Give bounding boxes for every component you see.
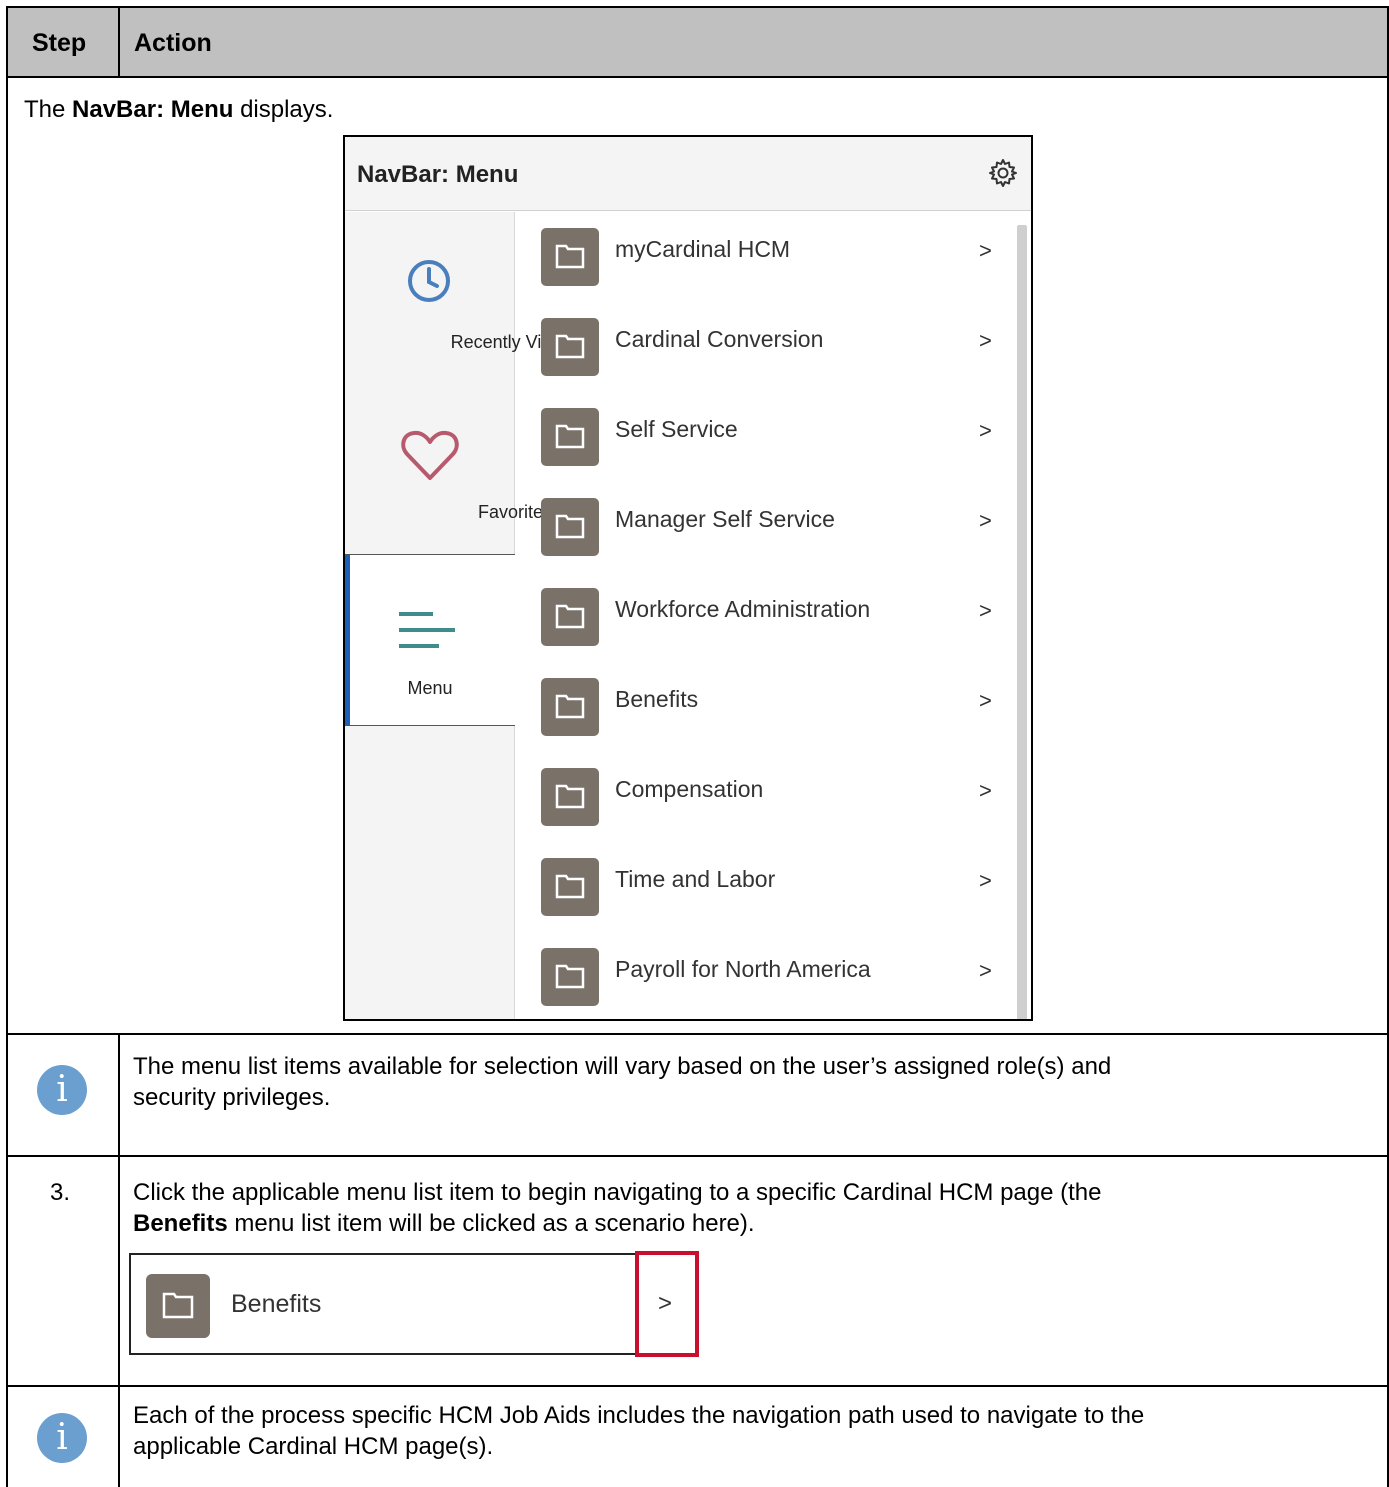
- note-text: Each of the process specific HCM Job Aid…: [133, 1402, 1145, 1460]
- step-text: Click the applicable menu list item to b…: [133, 1179, 1102, 1237]
- chevron-right-icon[interactable]: >: [658, 1290, 672, 1318]
- folder-icon: [541, 318, 599, 376]
- chevron-right-icon[interactable]: >: [979, 598, 992, 624]
- menu-item-label: Time and Labor: [615, 866, 776, 892]
- benefits-label: Benefits: [231, 1290, 322, 1318]
- folder-icon: [541, 768, 599, 826]
- sidebar-label: Menu: [407, 678, 453, 698]
- benefits-example-item[interactable]: Benefits: [129, 1253, 639, 1355]
- list-item[interactable]: myCardinal HCM >: [516, 212, 1014, 302]
- menu-lines-icon: [399, 612, 455, 648]
- clock-icon: [408, 260, 450, 302]
- menu-item-label: Payroll for North America: [615, 956, 871, 982]
- menu-item-label: Manager Self Service: [615, 506, 835, 532]
- header-action: Action: [134, 29, 212, 57]
- table-header-row: Step Action: [8, 8, 1389, 76]
- step-bold: Benefits: [133, 1210, 228, 1237]
- info-icon: i: [37, 1413, 87, 1463]
- menu-scrollbar[interactable]: [1017, 225, 1027, 1019]
- row-divider: [8, 76, 1389, 78]
- chevron-right-icon[interactable]: >: [979, 328, 992, 354]
- menu-item-label: myCardinal HCM: [615, 236, 791, 262]
- list-item[interactable]: Self Service >: [516, 392, 1014, 482]
- col-divider: [118, 8, 120, 76]
- navbar-title: NavBar: Menu: [357, 161, 519, 188]
- folder-icon: [541, 858, 599, 916]
- step-number: 3.: [50, 1179, 71, 1206]
- header-step: Step: [32, 29, 87, 57]
- list-item[interactable]: Payroll for North America >: [516, 932, 1014, 1019]
- list-item[interactable]: Benefits >: [516, 662, 1014, 752]
- menu-item-label: Workforce Administration: [615, 596, 871, 622]
- menu-item-label: Cardinal Conversion: [615, 326, 824, 352]
- row-divider: [8, 1033, 1389, 1035]
- sidebar-item-recently-visited[interactable]: Recently Visited: [345, 212, 579, 382]
- menu-item-label: Compensation: [615, 776, 764, 802]
- menu-list: myCardinal HCM > Cardinal Conversion > S…: [516, 212, 1014, 1019]
- navbar-sidebar: Recently Visited Favorites Menu: [345, 212, 579, 1019]
- chevron-right-icon[interactable]: >: [979, 688, 992, 714]
- folder-icon: [541, 948, 599, 1006]
- col-divider: [118, 1033, 120, 1487]
- active-indicator: [345, 555, 350, 725]
- info-icon: i: [37, 1065, 87, 1115]
- sidebar-item-favorites[interactable]: Favorites: [345, 382, 552, 554]
- heart-icon: [401, 430, 459, 480]
- folder-icon: [541, 498, 599, 556]
- gear-icon[interactable]: [987, 157, 1019, 189]
- folder-icon: [541, 678, 599, 736]
- folder-icon: [146, 1274, 210, 1338]
- intro-bold: NavBar: Menu: [72, 96, 234, 123]
- chevron-right-icon[interactable]: >: [979, 238, 992, 264]
- list-item[interactable]: Time and Labor >: [516, 842, 1014, 932]
- list-item[interactable]: Compensation >: [516, 752, 1014, 842]
- row-divider: [8, 1155, 1389, 1157]
- navbar-header: NavBar: Menu: [345, 137, 1031, 211]
- sidebar-item-menu[interactable]: Menu: [345, 554, 515, 726]
- menu-item-label: Self Service: [615, 416, 738, 442]
- menu-item-label: Benefits: [615, 686, 699, 712]
- row-divider: [8, 1385, 1389, 1387]
- navbar-menu-panel: NavBar: Menu Recently Visited Favorites: [343, 135, 1033, 1021]
- chevron-right-icon[interactable]: >: [979, 418, 992, 444]
- chevron-right-icon[interactable]: >: [979, 778, 992, 804]
- chevron-right-icon[interactable]: >: [979, 508, 992, 534]
- chevron-right-icon[interactable]: >: [979, 868, 992, 894]
- intro-text: The NavBar: Menu displays.: [24, 96, 334, 123]
- chevron-right-icon[interactable]: >: [979, 958, 992, 984]
- note-text: The menu list items available for select…: [133, 1053, 1112, 1111]
- folder-icon: [541, 588, 599, 646]
- list-item[interactable]: Cardinal Conversion >: [516, 302, 1014, 392]
- folder-icon: [541, 408, 599, 466]
- folder-icon: [541, 228, 599, 286]
- list-item[interactable]: Workforce Administration >: [516, 572, 1014, 662]
- list-item[interactable]: Manager Self Service >: [516, 482, 1014, 572]
